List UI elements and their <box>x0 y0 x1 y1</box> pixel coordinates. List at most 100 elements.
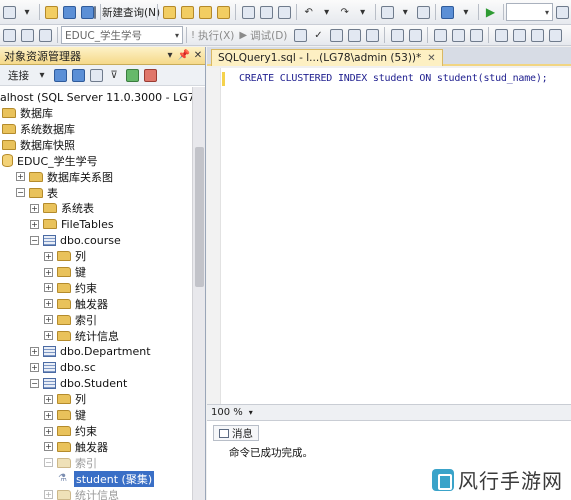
tree-node[interactable]: − 表 <box>16 185 58 201</box>
navigate-forward-icon[interactable] <box>415 3 431 21</box>
execute-button[interactable]: ! 执行(X) <box>191 26 237 44</box>
tree-node[interactable]: + 触发器 <box>44 439 108 455</box>
cut-icon[interactable] <box>240 3 256 21</box>
dropdown-arrow-icon[interactable]: ▾ <box>19 3 35 21</box>
tree-node[interactable]: − dbo.course <box>30 232 121 248</box>
tree-node[interactable]: + 数据库关系图 <box>16 169 113 185</box>
tree-node[interactable]: + 统计信息 <box>44 328 119 344</box>
collapse-icon[interactable]: − <box>30 235 39 245</box>
tree-node[interactable]: + 键 <box>44 264 86 280</box>
navigate-back-icon[interactable] <box>379 3 395 21</box>
tree-node[interactable]: 数据库快照 <box>2 137 75 153</box>
collapse-icon[interactable]: − <box>44 458 53 468</box>
query-designer-icon[interactable] <box>346 26 362 44</box>
expand-icon[interactable]: + <box>16 172 25 182</box>
chevron-down-icon[interactable]: ▾ <box>34 66 50 84</box>
tab-sqlquery1[interactable]: SQLQuery1.sql - l...(LG78\admin (53))* ✕ <box>211 49 443 66</box>
tree-node[interactable]: + dbo.Department <box>30 344 151 360</box>
collapse-icon[interactable]: − <box>16 188 25 197</box>
expand-icon[interactable]: + <box>44 394 53 404</box>
scrollbar-thumb[interactable] <box>195 147 204 287</box>
expand-icon[interactable]: + <box>30 219 39 229</box>
connect-icon[interactable] <box>1 26 17 44</box>
expand-icon[interactable]: + <box>44 283 53 293</box>
include-actual-plan-icon[interactable] <box>389 26 405 44</box>
tree-node[interactable]: + 键 <box>44 407 86 423</box>
dropdown-arrow-icon[interactable]: ▾ <box>458 3 474 21</box>
disconnect-icon[interactable] <box>37 26 53 44</box>
expand-icon[interactable]: + <box>44 490 53 500</box>
pin-icon[interactable]: 📌 <box>177 50 191 61</box>
connect-object-explorer-icon[interactable] <box>52 66 68 84</box>
open-file-icon[interactable] <box>44 3 60 21</box>
search-icon[interactable] <box>554 3 570 21</box>
decrease-indent-icon[interactable] <box>529 26 545 44</box>
tree-node[interactable]: EDUC_学生学号 <box>2 153 98 169</box>
client-statistics-icon[interactable] <box>407 26 423 44</box>
expand-icon[interactable]: + <box>30 203 39 213</box>
collapse-icon[interactable]: − <box>30 378 39 388</box>
close-icon[interactable]: ✕ <box>191 50 205 61</box>
undo-icon[interactable]: ↶ <box>301 3 317 21</box>
expand-icon[interactable]: + <box>44 331 53 341</box>
expand-icon[interactable]: + <box>44 426 53 436</box>
filter-icon[interactable]: ⊽ <box>106 66 122 84</box>
disconnect-icon[interactable] <box>70 66 86 84</box>
activity-monitor-icon[interactable] <box>142 66 158 84</box>
close-icon[interactable]: ✕ <box>427 53 435 64</box>
comment-icon[interactable] <box>493 26 509 44</box>
sql-statement[interactable]: CREATE CLUSTERED INDEX student ON studen… <box>239 73 548 84</box>
save-icon[interactable] <box>62 3 78 21</box>
parse-icon[interactable]: ✓ <box>310 26 326 44</box>
refresh-icon[interactable] <box>124 66 140 84</box>
query-editor[interactable]: CREATE CLUSTERED INDEX student ON studen… <box>207 68 571 404</box>
tree-node[interactable]: 系统数据库 <box>2 121 75 137</box>
tree-node[interactable]: + 约束 <box>44 423 97 439</box>
uncomment-icon[interactable] <box>511 26 527 44</box>
intellisense-icon[interactable] <box>364 26 380 44</box>
mdx-query-icon[interactable] <box>197 3 213 21</box>
analysis-query-icon[interactable] <box>179 3 195 21</box>
chevron-down-icon[interactable]: ▾ <box>249 408 253 417</box>
database-engine-query-icon[interactable] <box>161 3 177 21</box>
tree-node[interactable]: − dbo.Student <box>30 375 127 391</box>
debug-button[interactable]: ▶ 调试(D) <box>239 26 290 44</box>
tab-messages[interactable]: 消息 <box>213 425 259 441</box>
window-position-icon[interactable]: ▾ <box>163 50 177 61</box>
increase-indent-icon[interactable] <box>547 26 563 44</box>
expand-icon[interactable]: + <box>44 299 53 309</box>
tree-scrollbar[interactable] <box>192 87 205 500</box>
results-to-text-icon[interactable] <box>432 26 448 44</box>
tree-node[interactable]: + 统计信息 <box>44 487 119 500</box>
solution-config-combo[interactable]: ▾ <box>506 3 554 21</box>
tree-node[interactable]: + 触发器 <box>44 296 108 312</box>
expand-icon[interactable]: + <box>30 362 39 372</box>
display-plan-icon[interactable] <box>328 26 344 44</box>
new-query-button[interactable]: 新建查询(N) <box>94 3 160 21</box>
expand-icon[interactable]: + <box>30 347 39 356</box>
results-to-grid-icon[interactable] <box>450 26 466 44</box>
tree-node[interactable]: + 列 <box>44 391 86 407</box>
expand-icon[interactable]: + <box>44 410 53 420</box>
expand-icon[interactable]: + <box>44 251 53 261</box>
tree-node[interactable]: + FileTables <box>30 216 114 232</box>
tree-node[interactable]: + 系统表 <box>30 200 94 216</box>
server-node[interactable]: alhost (SQL Server 11.0.3000 - LG78\adm <box>0 89 192 105</box>
start-debug-icon[interactable]: ▶ <box>483 3 499 21</box>
stop-icon[interactable] <box>88 66 104 84</box>
tree-node[interactable]: + 约束 <box>44 280 97 296</box>
dropdown-arrow-icon[interactable]: ▾ <box>355 3 371 21</box>
tree-node[interactable]: + 索引 <box>44 312 97 328</box>
redo-icon[interactable]: ↷ <box>337 3 353 21</box>
results-to-file-icon[interactable] <box>468 26 484 44</box>
expand-icon[interactable]: + <box>44 442 53 452</box>
tree-node[interactable]: 数据库 <box>2 105 53 121</box>
available-databases-combo[interactable]: EDUC_学生学号 ▾ <box>61 26 183 44</box>
tree-node[interactable]: + 列 <box>44 248 86 264</box>
dropdown-arrow-icon[interactable]: ▾ <box>319 3 335 21</box>
copy-icon[interactable] <box>258 3 274 21</box>
paste-icon[interactable] <box>276 3 292 21</box>
tree-node[interactable]: − 索引 <box>44 455 97 471</box>
tree-node[interactable]: ⚗ student (聚集) <box>58 470 155 487</box>
change-connection-icon[interactable] <box>19 26 35 44</box>
